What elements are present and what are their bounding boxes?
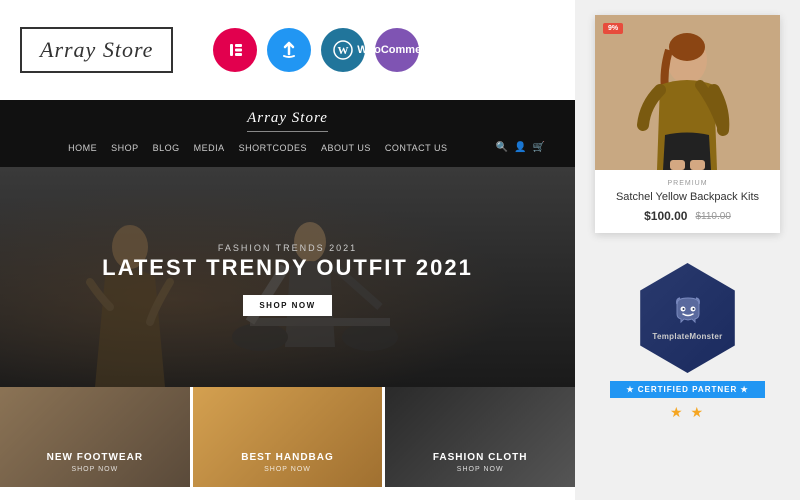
- tech-icons: W WooCommerce: [213, 28, 419, 72]
- product-info: PREMIUM Satchel Yellow Backpack Kits $10…: [595, 170, 780, 233]
- tm-certified-label: ★ CERTIFIED PARTNER ★: [610, 381, 764, 398]
- hero-content: Fashion Trends 2021 LATEST TRENDY OUTFIT…: [102, 238, 473, 315]
- category-section: NEW FOOTWEAR SHOP NOW BEST HANDBAG SHOP …: [0, 387, 575, 487]
- nav-shortcodes[interactable]: Shortcodes: [239, 143, 307, 153]
- cat-fashion-title: FASHION CLOTH: [433, 452, 528, 463]
- top-header: Array Store W: [0, 0, 575, 100]
- monster-face-icon: [673, 296, 703, 324]
- cat-footwear-title: NEW FOOTWEAR: [47, 452, 143, 463]
- price-current: $100.00: [644, 209, 687, 223]
- cat-handbag-label: BEST HANDBAG SHOP NOW: [241, 452, 334, 473]
- nav-home[interactable]: Home: [68, 143, 97, 153]
- template-monster-badge: TemplateMonster ★ CERTIFIED PARTNER ★ ★ …: [610, 263, 764, 421]
- cat-handbag-title: BEST HANDBAG: [241, 452, 334, 463]
- tm-name: TemplateMonster: [652, 332, 722, 341]
- hero-title: LATEST TRENDY OUTFIT 2021: [102, 256, 473, 280]
- search-icon[interactable]: 🔍: [496, 142, 508, 153]
- product-prices: $100.00 $110.00: [607, 209, 768, 223]
- right-panel: 9%: [575, 0, 800, 500]
- product-tag: PREMIUM: [607, 180, 768, 187]
- store-logo-box: Array Store: [20, 27, 173, 73]
- product-image: [595, 15, 780, 170]
- nav-action-icons: 🔍 👤 🛒: [496, 142, 545, 153]
- cat-fashion-label: FASHION CLOTH SHOP NOW: [433, 452, 528, 473]
- nav-wrapper: Home Shop Blog Media Shortcodes About Us…: [0, 138, 575, 157]
- tm-hexagon: TemplateMonster: [633, 263, 743, 373]
- nav-shop[interactable]: Shop: [111, 143, 139, 153]
- product-card: 9%: [595, 15, 780, 233]
- cat-fashion-link[interactable]: SHOP NOW: [433, 466, 528, 473]
- updraft-icon: [267, 28, 311, 72]
- user-icon[interactable]: 👤: [514, 142, 526, 153]
- elementor-icon: [213, 28, 257, 72]
- hero-section: Fashion Trends 2021 LATEST TRENDY OUTFIT…: [0, 167, 575, 387]
- price-old: $110.00: [695, 211, 730, 222]
- nav-media[interactable]: Media: [194, 143, 225, 153]
- cat-handbag-link[interactable]: SHOP NOW: [241, 466, 334, 473]
- category-footwear[interactable]: NEW FOOTWEAR SHOP NOW: [0, 387, 193, 487]
- woocommerce-icon: WooCommerce: [375, 28, 419, 72]
- sale-badge: 9%: [603, 23, 623, 34]
- nav-logo: Array Store: [247, 110, 328, 132]
- category-handbag[interactable]: BEST HANDBAG SHOP NOW: [193, 387, 386, 487]
- main-preview: Array Store W: [0, 0, 575, 500]
- tm-stars: ★ ★: [670, 404, 705, 421]
- nav-links: Home Shop Blog Media Shortcodes About Us…: [20, 143, 496, 153]
- svg-text:W: W: [338, 45, 349, 57]
- nav-bar: Array Store Home Shop Blog Media Shortco…: [0, 100, 575, 167]
- store-logo-text: Array Store: [40, 37, 153, 62]
- tm-monster-icon: [673, 296, 703, 330]
- nav-blog[interactable]: Blog: [153, 143, 180, 153]
- product-name: Satchel Yellow Backpack Kits: [607, 191, 768, 203]
- nav-about[interactable]: About Us: [321, 143, 371, 153]
- nav-contact[interactable]: Contact Us: [385, 143, 448, 153]
- product-figure: [595, 15, 780, 170]
- shop-now-button[interactable]: SHOP NOW: [243, 295, 331, 316]
- cart-icon[interactable]: 🛒: [533, 142, 545, 153]
- cat-footwear-label: NEW FOOTWEAR SHOP NOW: [47, 452, 143, 473]
- category-fashion[interactable]: FASHION CLOTH SHOP NOW: [385, 387, 575, 487]
- cat-footwear-link[interactable]: SHOP NOW: [47, 466, 143, 473]
- hero-subtitle: Fashion Trends 2021: [218, 243, 357, 253]
